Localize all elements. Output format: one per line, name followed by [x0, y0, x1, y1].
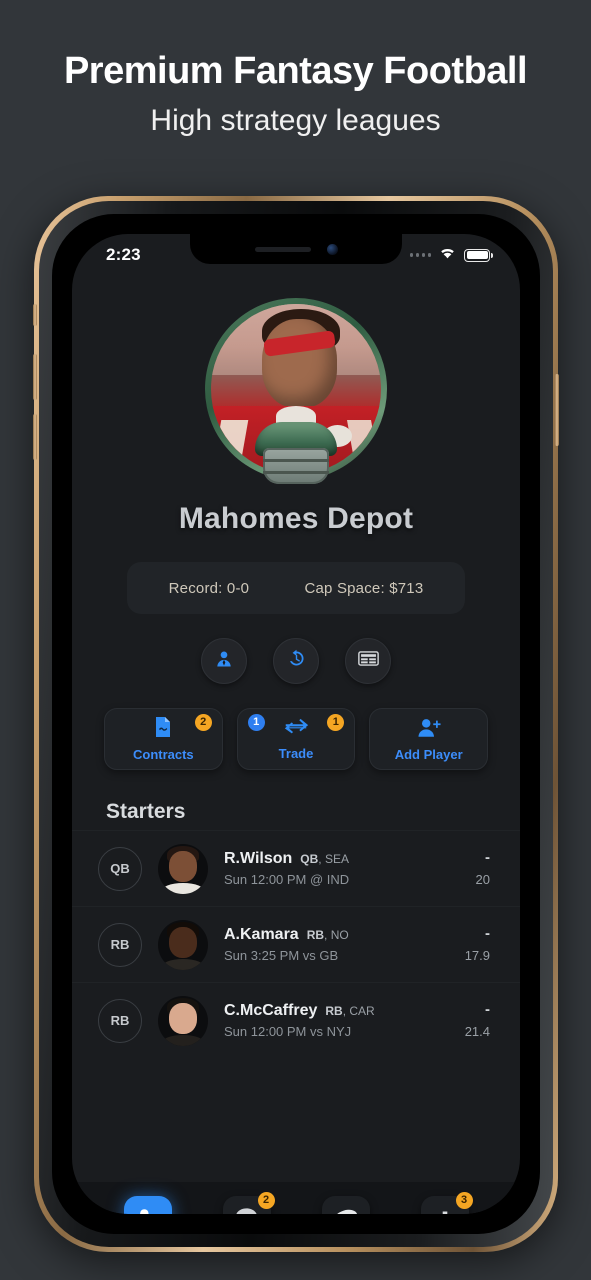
contracts-label: Contracts	[132, 747, 194, 762]
add-player-label: Add Player	[394, 746, 463, 762]
phone-mockup: 2:23 Mahomes Depot Record: 0-0 Cap Space…	[33, 196, 559, 1252]
starters-heading: Starters	[106, 800, 186, 823]
status-clock: 2:23	[106, 245, 141, 264]
signal-dots-icon	[409, 253, 431, 257]
stats-badge: 3	[455, 1192, 473, 1209]
bottom-tab-bar: 2 3	[72, 1182, 520, 1214]
trade-button[interactable]: Trade 1 1	[236, 708, 356, 770]
tab-stats[interactable]: 3	[420, 1192, 473, 1214]
player-position-team: QB, SEA	[300, 852, 349, 866]
quick-action-row	[72, 638, 520, 684]
player-score: -	[485, 1001, 490, 1018]
chat-bubble-icon	[234, 1206, 259, 1214]
phone-bezel: 2:23 Mahomes Depot Record: 0-0 Cap Space…	[52, 214, 540, 1234]
phone-body: 2:23 Mahomes Depot Record: 0-0 Cap Space…	[39, 201, 553, 1247]
player-name: C.McCaffrey	[224, 1002, 318, 1019]
earpiece-speaker	[254, 246, 311, 252]
phone-notch	[190, 234, 402, 264]
player-info: A.Kamara RB, NO Sun 3:25 PM vs GB	[224, 926, 465, 963]
contract-document-icon	[153, 716, 173, 743]
page-title: Mahomes Depot	[178, 502, 414, 535]
table-row[interactable]: QB R.Wilson QB, SEA Sun 12:00 PM @ IND -…	[72, 830, 520, 906]
tab-league[interactable]	[321, 1196, 370, 1214]
phone-frame: 2:23 Mahomes Depot Record: 0-0 Cap Space…	[33, 196, 559, 1252]
bar-chart-icon	[434, 1207, 456, 1214]
team-stats-bar: Record: 0-0 Cap Space: $713	[127, 562, 465, 614]
history-clock-icon	[286, 648, 307, 674]
player-avatar	[158, 843, 208, 894]
volume-down-button[interactable]	[33, 414, 37, 460]
player-projection: 17.9	[464, 948, 490, 963]
table-list-icon	[357, 650, 379, 672]
player-position-team: RB, NO	[306, 928, 349, 942]
status-indicators	[409, 246, 493, 265]
action-card-row: Contracts 2 Trade 1 1 Add Player	[104, 708, 489, 770]
add-player-button[interactable]: Add Player	[369, 708, 489, 770]
player-info: C.McCaffrey RB, CAR Sun 12:00 PM vs NYJ	[224, 1002, 465, 1039]
player-score: -	[485, 925, 490, 942]
tab-messages[interactable]: 2	[222, 1192, 275, 1214]
trade-arrows-icon	[282, 717, 310, 742]
promo-subtitle: High strategy leagues	[150, 103, 441, 137]
table-row[interactable]: RB C.McCaffrey RB, CAR Sun 12:00 PM vs N…	[72, 982, 520, 1058]
player-game-info: Sun 12:00 PM @ IND	[224, 872, 350, 887]
starters-list: QB R.Wilson QB, SEA Sun 12:00 PM @ IND -…	[72, 830, 520, 1058]
player-game-info: Sun 12:00 PM vs NYJ	[224, 1024, 352, 1039]
record-value: Record: 0-0	[168, 579, 250, 597]
player-avatar	[158, 919, 208, 970]
trade-label: Trade	[278, 746, 314, 761]
power-button[interactable]	[555, 374, 559, 446]
contracts-button[interactable]: Contracts 2	[104, 708, 223, 770]
player-score-column: - 17.9	[465, 926, 490, 963]
promo-header: Premium Fantasy Football High strategy l…	[0, 0, 591, 138]
mute-switch[interactable]	[33, 304, 37, 326]
position-slot: RB	[98, 922, 142, 967]
tab-roster[interactable]	[123, 1196, 172, 1214]
person-plus-icon	[417, 717, 441, 743]
front-camera-icon	[326, 243, 338, 255]
app-content: Mahomes Depot Record: 0-0 Cap Space: $71…	[72, 298, 520, 1214]
roster-manager-button[interactable]	[201, 638, 247, 684]
phone-screen: 2:23 Mahomes Depot Record: 0-0 Cap Space…	[72, 234, 520, 1214]
player-position-team: RB, CAR	[325, 1004, 375, 1018]
trade-badge-incoming: 1	[247, 714, 265, 731]
position-slot: RB	[98, 998, 142, 1043]
helmet-icon	[255, 422, 337, 488]
football-icon	[332, 1207, 359, 1214]
player-name: R.Wilson	[224, 850, 293, 867]
player-score-column: - 20	[476, 850, 490, 887]
battery-icon	[464, 248, 493, 262]
messages-badge: 2	[257, 1192, 275, 1209]
player-score: -	[485, 849, 490, 866]
person-tie-icon	[214, 649, 234, 674]
standings-button[interactable]	[345, 638, 391, 684]
team-avatar[interactable]	[205, 298, 387, 484]
cap-space-value: Cap Space: $713	[304, 579, 424, 597]
transaction-history-button[interactable]	[273, 638, 319, 684]
contracts-badge: 2	[194, 714, 212, 731]
position-slot: QB	[98, 846, 142, 891]
player-game-info: Sun 3:25 PM vs GB	[224, 948, 339, 963]
player-info: R.Wilson QB, SEA Sun 12:00 PM @ IND	[224, 850, 476, 887]
promo-title: Premium Fantasy Football	[63, 50, 528, 92]
player-name: A.Kamara	[224, 926, 299, 943]
table-row[interactable]: RB A.Kamara RB, NO Sun 3:25 PM vs GB - 1…	[72, 906, 520, 982]
player-projection: 21.4	[464, 1024, 490, 1039]
player-score-column: - 21.4	[465, 1002, 490, 1039]
person-tag-icon	[135, 1207, 161, 1214]
player-projection: 20	[475, 872, 490, 887]
trade-badge-outgoing: 1	[327, 714, 345, 731]
player-avatar	[158, 995, 208, 1046]
volume-up-button[interactable]	[33, 354, 37, 400]
wifi-icon	[438, 246, 457, 265]
